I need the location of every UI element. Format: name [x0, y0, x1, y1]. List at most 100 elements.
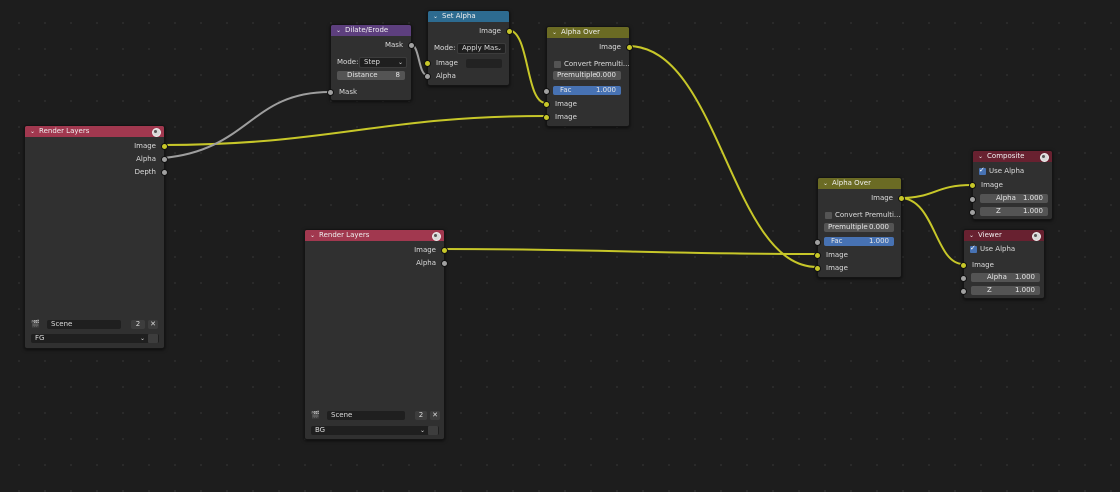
input-mask: Mask [327, 87, 411, 97]
image-socket-icon[interactable] [543, 114, 550, 121]
scene-selector[interactable]: 🎬 Scene 2 ✕ [311, 411, 440, 420]
float-socket-icon[interactable] [814, 239, 821, 246]
premultiply-field[interactable]: Premultiple 0.000 [824, 223, 894, 232]
field-value: 1.000 [1022, 194, 1043, 202]
input-image-2: Image [543, 112, 629, 122]
collapse-icon[interactable]: ⌄ [30, 126, 35, 137]
collapse-icon[interactable]: ⌄ [978, 151, 983, 162]
float-socket-icon[interactable] [441, 260, 448, 267]
node-header[interactable]: ⌄ Viewer [964, 230, 1044, 241]
float-socket-icon[interactable] [408, 42, 415, 49]
mode-dropdown[interactable]: Step ⌄ [359, 57, 407, 68]
convert-premul-checkbox[interactable] [554, 61, 561, 68]
output-alpha: Alpha [25, 154, 168, 164]
collapse-icon[interactable]: ⌄ [823, 178, 828, 189]
scene-unlink-icon[interactable]: ✕ [148, 320, 158, 329]
premultiply-field[interactable]: Premultiple 0.000 [553, 71, 621, 80]
scene-users-count[interactable]: 2 [131, 320, 145, 329]
field-label: Fac [831, 237, 843, 245]
z-field[interactable]: Z 1.000 [980, 207, 1048, 216]
alpha-over-top-node[interactable]: ⌄ Alpha Over Image Convert Premulti... Pr… [543, 26, 633, 127]
float-socket-icon[interactable] [960, 288, 967, 295]
link-main-to-viewer [899, 197, 964, 265]
render-layers-bg-node[interactable]: ⌄ Render Layers Image Alpha 🎬 Scene 2 ✕ B… [304, 229, 448, 440]
image-socket-icon[interactable] [543, 101, 550, 108]
float-socket-icon[interactable] [161, 156, 168, 163]
node-header[interactable]: ⌄ Alpha Over [818, 178, 901, 189]
field-value: 1.000 [1014, 273, 1035, 281]
z-field[interactable]: Z 1.000 [971, 286, 1040, 295]
node-header[interactable]: ⌄ Composite [973, 151, 1052, 162]
image-socket-icon[interactable] [441, 247, 448, 254]
render-globe-icon[interactable] [152, 128, 161, 137]
scene-unlink-icon[interactable]: ✕ [430, 411, 440, 420]
collapse-icon[interactable]: ⌄ [969, 230, 974, 241]
composite-node[interactable]: ⌄ Composite Use Alpha Image Alpha 1.000 Z 1… [969, 150, 1053, 220]
collapse-icon[interactable]: ⌄ [433, 11, 438, 22]
image-socket-icon[interactable] [506, 28, 513, 35]
float-socket-icon[interactable] [960, 275, 967, 282]
use-alpha-checkbox[interactable] [979, 166, 986, 175]
float-socket-icon[interactable] [424, 73, 431, 80]
fac-field[interactable]: Fac 1.000 [553, 86, 621, 95]
render-globe-icon[interactable] [432, 232, 441, 241]
scene-icon[interactable]: 🎬 [311, 411, 325, 420]
input-image: Image [960, 260, 1044, 270]
image-socket-icon[interactable] [626, 44, 633, 51]
node-title: Alpha Over [561, 28, 600, 36]
dilate-erode-node[interactable]: ⌄ Dilate/Erode Mask Mode: Step ⌄ Distance 8… [327, 24, 415, 101]
distance-field[interactable]: Distance 8 [337, 71, 405, 80]
alpha-over-main-node[interactable]: ⌄ Alpha Over Image Convert Premulti... Pr… [814, 177, 905, 278]
image-color-swatch[interactable] [466, 59, 502, 68]
alpha-field[interactable]: Alpha 1.000 [971, 273, 1040, 282]
image-socket-icon[interactable] [960, 262, 967, 269]
output-image: Image [25, 141, 168, 151]
float-socket-icon[interactable] [969, 209, 976, 216]
node-header[interactable]: ⌄ Alpha Over [547, 27, 629, 38]
image-socket-icon[interactable] [814, 252, 821, 259]
mode-dropdown[interactable]: Apply Mas ⌄ [457, 43, 506, 54]
set-alpha-node[interactable]: ⌄ Set Alpha Image Mode: Apply Mas ⌄ Image … [424, 10, 513, 86]
socket-label: Image [555, 113, 577, 121]
convert-premul-checkbox[interactable] [825, 212, 832, 219]
output-image: Image [428, 26, 513, 36]
scene-name-field[interactable]: Scene [47, 320, 121, 329]
render-image-icon[interactable] [428, 426, 438, 435]
collapse-icon[interactable]: ⌄ [336, 25, 341, 36]
node-header[interactable]: ⌄ Render Layers [305, 230, 444, 241]
float-socket-icon[interactable] [327, 89, 334, 96]
field-label: Alpha [996, 194, 1016, 202]
float-socket-icon[interactable] [969, 196, 976, 203]
viewer-node[interactable]: ⌄ Viewer Use Alpha Image Alpha 1.000 Z 1.00… [960, 229, 1045, 299]
socket-label: Alpha [436, 72, 456, 80]
view-layer-selector[interactable]: FG ⌄ [31, 334, 159, 343]
use-alpha-checkbox[interactable] [970, 244, 977, 253]
socket-label: Depth [134, 168, 156, 176]
socket-label: Image [599, 43, 621, 51]
node-header[interactable]: ⌄ Set Alpha [428, 11, 509, 22]
node-header[interactable]: ⌄ Render Layers [25, 126, 164, 137]
scene-selector[interactable]: 🎬 Scene 2 ✕ [31, 320, 159, 329]
scene-users-count[interactable]: 2 [415, 411, 427, 420]
node-header[interactable]: ⌄ Dilate/Erode [331, 25, 411, 36]
render-globe-icon[interactable] [1032, 232, 1041, 241]
collapse-icon[interactable]: ⌄ [310, 230, 315, 241]
image-socket-icon[interactable] [814, 265, 821, 272]
image-socket-icon[interactable] [898, 195, 905, 202]
render-image-icon[interactable] [148, 334, 158, 343]
link-alphaover-top-to-main-image2 [627, 45, 818, 268]
image-socket-icon[interactable] [424, 60, 431, 67]
scene-icon[interactable]: 🎬 [31, 320, 45, 329]
image-socket-icon[interactable] [161, 143, 168, 150]
fac-field[interactable]: Fac 1.000 [824, 237, 894, 246]
image-socket-icon[interactable] [969, 182, 976, 189]
socket-label: Alpha [136, 155, 156, 163]
float-socket-icon[interactable] [543, 88, 550, 95]
alpha-field[interactable]: Alpha 1.000 [980, 194, 1048, 203]
render-layers-fg-node[interactable]: ⌄ Render Layers Image Alpha Depth 🎬 Scene… [24, 125, 168, 349]
render-globe-icon[interactable] [1040, 153, 1049, 162]
collapse-icon[interactable]: ⌄ [552, 27, 557, 38]
scene-name-field[interactable]: Scene [327, 411, 405, 420]
view-layer-selector[interactable]: BG ⌄ [311, 426, 439, 435]
float-socket-icon[interactable] [161, 169, 168, 176]
